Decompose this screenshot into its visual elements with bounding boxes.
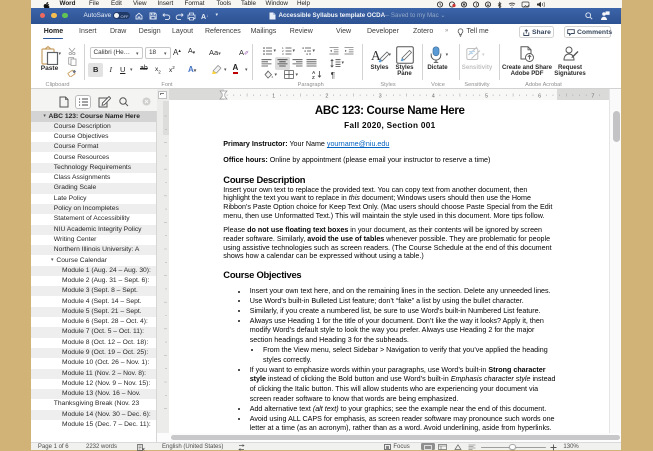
svg-text:3: 3 — [282, 52, 284, 55]
svg-text:Z: Z — [312, 75, 315, 79]
svg-text:2: 2 — [325, 93, 328, 99]
svg-text:5: 5 — [485, 93, 488, 99]
svg-text:3: 3 — [379, 93, 382, 99]
svg-text:6: 6 — [538, 93, 541, 99]
svg-text:1: 1 — [272, 93, 275, 99]
svg-text:4: 4 — [432, 93, 435, 99]
svg-text:7: 7 — [591, 93, 594, 99]
